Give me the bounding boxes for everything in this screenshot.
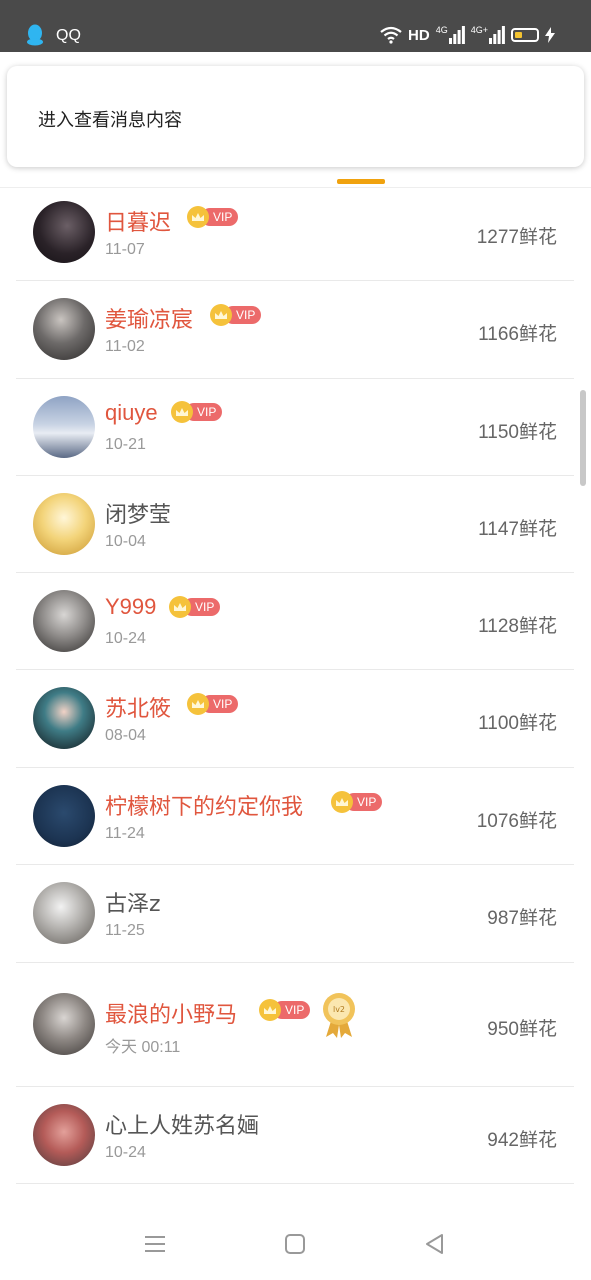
vip-badge: VIP	[259, 999, 311, 1021]
signal-1: 4G	[436, 26, 465, 44]
date: 10-04	[105, 533, 146, 550]
vip-badge: VIP	[171, 401, 223, 423]
signal-icon	[489, 26, 505, 44]
crown-icon	[187, 206, 209, 228]
date: 10-24	[105, 630, 146, 647]
svg-text:lv2: lv2	[333, 1005, 345, 1014]
avatar[interactable]	[33, 396, 95, 458]
date: 11-25	[105, 922, 145, 939]
flower-count: 950鲜花	[487, 1019, 557, 1040]
user-name[interactable]: 最浪的小野马	[105, 997, 237, 1029]
home-icon[interactable]	[282, 1232, 308, 1256]
list-item[interactable]: qiuye VIP 10-21 1150鲜花	[16, 379, 574, 476]
network-type-1: 4G	[435, 25, 448, 35]
flower-count: 1166鲜花	[478, 324, 557, 345]
list-item[interactable]: 古泽z 11-25 987鲜花	[16, 865, 574, 963]
user-name[interactable]: 闭梦莹	[105, 497, 171, 529]
date: 08-04	[105, 727, 146, 744]
user-name[interactable]: 日暮迟	[105, 205, 171, 237]
user-name[interactable]: 苏北筱	[105, 691, 171, 723]
list-item[interactable]: 柠檬树下的约定你我 VIP 11-24 1076鲜花	[16, 768, 574, 865]
network-type-2: 4G+	[470, 25, 488, 35]
avatar[interactable]	[33, 298, 95, 360]
date: 10-21	[105, 436, 146, 453]
avatar[interactable]	[33, 687, 95, 749]
flower-count: 1076鲜花	[476, 811, 557, 832]
avatar[interactable]	[33, 785, 95, 847]
list-item[interactable]: 姜瑜凉宸 VIP 11-02 1166鲜花	[16, 281, 574, 379]
flower-count: 942鲜花	[487, 1130, 557, 1151]
list-item[interactable]: Y999 VIP 10-24 1128鲜花	[16, 573, 574, 670]
user-name[interactable]: qiuye	[105, 400, 158, 426]
message-notification[interactable]: 进入查看消息内容	[7, 66, 584, 167]
list-item[interactable]: 日暮迟 VIP 11-07 1277鲜花	[16, 184, 574, 281]
user-name[interactable]: 柠檬树下的约定你我	[105, 789, 303, 821]
vip-badge: VIP	[169, 596, 221, 618]
status-app-label: QQ	[56, 27, 81, 44]
crown-icon	[331, 791, 353, 813]
flower-count: 1147鲜花	[478, 519, 557, 540]
avatar[interactable]	[33, 882, 95, 944]
crown-icon	[187, 693, 209, 715]
network-quality: HD	[408, 26, 430, 44]
menu-icon[interactable]	[142, 1232, 168, 1256]
list-item[interactable]: 最浪的小野马 VIP lv2 今天 00:11 950鲜花	[16, 963, 574, 1087]
list-item[interactable]: 苏北筱 VIP 08-04 1100鲜花	[16, 670, 574, 768]
flower-count: 1128鲜花	[478, 616, 557, 637]
system-nav-bar	[0, 1208, 591, 1280]
date: 11-07	[105, 241, 145, 258]
vip-badge: VIP	[187, 206, 239, 228]
avatar[interactable]	[33, 493, 95, 555]
status-bar: QQ HD 4G 4G+	[0, 0, 591, 52]
qq-penguin-icon	[27, 24, 43, 46]
wifi-icon	[380, 26, 402, 44]
crown-icon	[210, 304, 232, 326]
scrollbar[interactable]	[580, 390, 586, 486]
date: 11-24	[105, 825, 145, 842]
flower-count: 1100鲜花	[478, 713, 557, 734]
status-indicators: HD 4G 4G+	[380, 24, 555, 46]
list-item[interactable]: 闭梦莹 10-04 1147鲜花	[16, 476, 574, 573]
notification-text: 进入查看消息内容	[38, 110, 182, 131]
crown-icon	[171, 401, 193, 423]
avatar[interactable]	[33, 201, 95, 263]
user-name[interactable]: 姜瑜凉宸	[105, 302, 193, 334]
date: 10-24	[105, 1144, 146, 1161]
user-name[interactable]: 心上人姓苏名婳	[105, 1108, 259, 1140]
level-medal-icon: lv2	[323, 993, 355, 1038]
flower-count: 987鲜花	[487, 908, 557, 929]
avatar[interactable]	[33, 590, 95, 652]
vip-badge: VIP	[331, 791, 383, 813]
charging-bolt-icon	[545, 27, 555, 43]
user-name[interactable]: Y999	[105, 594, 156, 620]
back-icon[interactable]	[422, 1232, 448, 1256]
crown-icon	[259, 999, 281, 1021]
battery-fill	[515, 32, 522, 38]
flower-count: 1277鲜花	[476, 227, 557, 248]
signal-icon	[448, 26, 465, 44]
avatar[interactable]	[33, 1104, 95, 1166]
crown-icon	[169, 596, 191, 618]
date: 11-02	[105, 338, 145, 355]
signal-2: 4G+	[471, 26, 505, 44]
user-name[interactable]: 古泽z	[105, 886, 161, 918]
vip-badge: VIP	[210, 304, 262, 326]
battery-icon	[511, 28, 539, 42]
vip-badge: VIP	[187, 693, 239, 715]
avatar[interactable]	[33, 993, 95, 1055]
list-item[interactable]: 心上人姓苏名婳 10-24 942鲜花	[16, 1087, 574, 1184]
date: 今天 00:11	[105, 1039, 181, 1056]
flower-count: 1150鲜花	[478, 422, 557, 443]
